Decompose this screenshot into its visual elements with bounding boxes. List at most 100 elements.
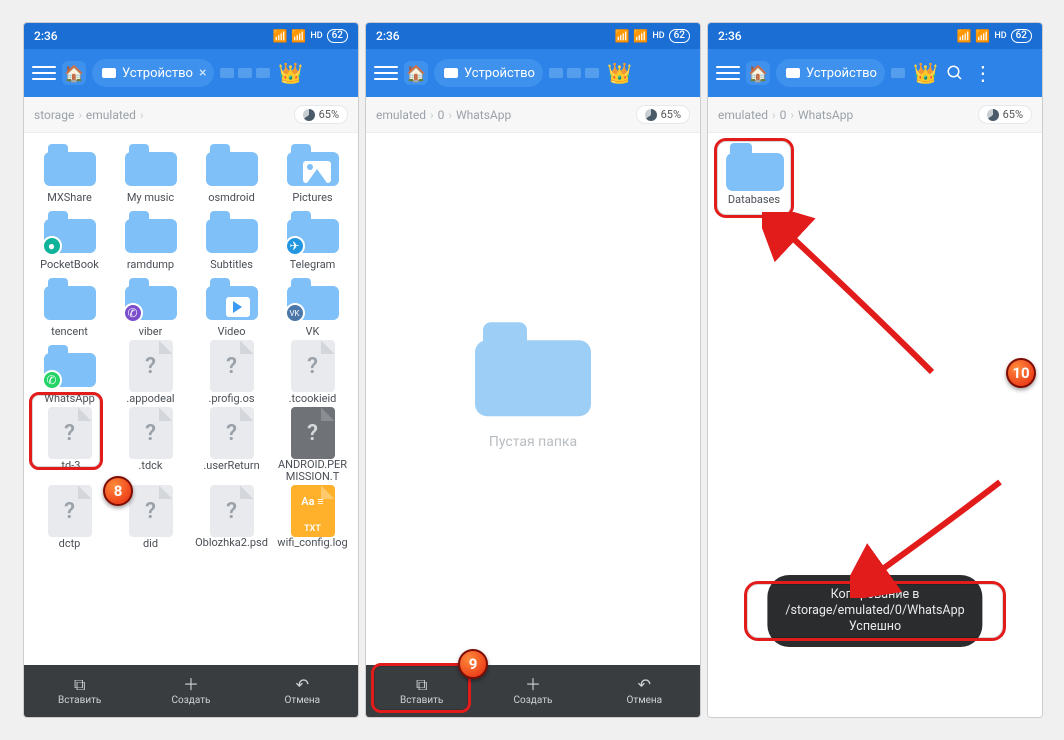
file-item[interactable]: Subtitles bbox=[192, 208, 271, 271]
folder-icon bbox=[44, 278, 96, 320]
item-label: .td-3 bbox=[59, 459, 81, 472]
file-item[interactable]: VKVK bbox=[273, 275, 352, 338]
paste-button[interactable]: ⧉Вставить bbox=[24, 665, 135, 717]
file-item[interactable]: ✆ WhatsApp bbox=[30, 342, 109, 405]
tab-thumbs[interactable] bbox=[549, 68, 599, 78]
crown-icon[interactable]: 👑 bbox=[913, 61, 938, 85]
breadcrumb: storage › emulated › 65% bbox=[24, 97, 358, 133]
storage-usage[interactable]: 65% bbox=[294, 105, 348, 124]
cancel-label: Отмена bbox=[285, 695, 321, 706]
chevron-right-icon: › bbox=[78, 108, 82, 122]
crumb-whatsapp[interactable]: WhatsApp bbox=[798, 108, 853, 122]
file-item[interactable]: ?.tdck bbox=[111, 409, 190, 483]
breadcrumb: emulated › 0 › WhatsApp 65% bbox=[708, 97, 1042, 133]
item-label: dctp bbox=[59, 537, 81, 550]
empty-state: Пустая папка bbox=[475, 322, 591, 450]
location-tab[interactable]: Устройство bbox=[776, 59, 885, 87]
file-item[interactable]: ✆viber bbox=[111, 275, 190, 338]
storage-pct: 65% bbox=[1003, 108, 1023, 121]
file-item[interactable]: ●PocketBook bbox=[30, 208, 109, 271]
file-item[interactable]: osmdroid bbox=[192, 141, 271, 204]
app-badge-icon: ✆ bbox=[42, 370, 62, 390]
storage-usage[interactable]: 65% bbox=[636, 105, 690, 124]
storage-usage[interactable]: 65% bbox=[978, 105, 1032, 124]
file-grid-area: Databases Копирование в /storage/emulate… bbox=[708, 133, 1042, 717]
crumb-whatsapp[interactable]: WhatsApp bbox=[456, 108, 511, 122]
play-overlay-icon bbox=[226, 297, 250, 317]
search-button[interactable] bbox=[944, 64, 966, 82]
unknown-file-icon: ? bbox=[291, 340, 335, 392]
file-item[interactable]: ramdump bbox=[111, 208, 190, 271]
status-bar: 2:36 📶 📶 HD 62 bbox=[366, 23, 700, 49]
menu-button[interactable] bbox=[374, 66, 398, 80]
file-item[interactable]: ?.userReturn bbox=[192, 409, 271, 483]
crumb-emulated[interactable]: emulated bbox=[718, 108, 768, 122]
more-button[interactable]: ⋮ bbox=[972, 61, 994, 85]
app-header: 🏠 Устройство 👑 bbox=[366, 49, 700, 97]
screen-1: 2:36 📶 📶 HD 62 🏠 Устройство × 👑 storage … bbox=[23, 22, 359, 718]
unknown-file-icon: ? bbox=[291, 407, 335, 459]
paste-label: Вставить bbox=[400, 695, 443, 706]
item-label: WhatsApp bbox=[44, 392, 95, 405]
item-label: osmdroid bbox=[208, 191, 255, 204]
storage-icon bbox=[444, 68, 458, 78]
crumb-storage[interactable]: storage bbox=[34, 108, 74, 122]
item-label: Oblozhka2.psd bbox=[195, 537, 268, 549]
tab-thumbs[interactable] bbox=[891, 68, 905, 78]
file-item[interactable]: Pictures bbox=[273, 141, 352, 204]
breadcrumb: emulated › 0 › WhatsApp 65% bbox=[366, 97, 700, 133]
location-tab[interactable]: Устройство bbox=[434, 59, 543, 87]
crumb-emulated[interactable]: emulated bbox=[376, 108, 426, 122]
file-item[interactable]: ✈Telegram bbox=[273, 208, 352, 271]
file-item[interactable]: ?ANDROID.PERMISSION.T bbox=[273, 409, 352, 483]
home-button[interactable]: 🏠 bbox=[404, 61, 428, 85]
crumb-emulated[interactable]: emulated bbox=[86, 108, 136, 122]
file-item[interactable]: TXTwifi_config.log bbox=[273, 487, 352, 550]
home-button[interactable]: 🏠 bbox=[62, 61, 86, 85]
crown-icon[interactable]: 👑 bbox=[607, 61, 632, 85]
item-label: ANDROID.PERMISSION.T bbox=[275, 459, 351, 483]
file-item[interactable]: ?.td-3 bbox=[30, 409, 109, 483]
bottom-bar: ⧉Вставить ＋Создать ↶Отмена bbox=[366, 665, 700, 717]
file-item[interactable]: My music bbox=[111, 141, 190, 204]
file-item[interactable]: tencent bbox=[30, 275, 109, 338]
create-button[interactable]: ＋Создать bbox=[477, 665, 588, 717]
cancel-button[interactable]: ↶ Отмена bbox=[247, 665, 358, 717]
file-item[interactable]: ?.profig.os bbox=[192, 342, 271, 405]
menu-button[interactable] bbox=[32, 66, 56, 80]
create-label: Создать bbox=[172, 695, 211, 706]
file-item[interactable]: ?.appodeal bbox=[111, 342, 190, 405]
crumb-0[interactable]: 0 bbox=[438, 108, 445, 122]
folder-label: Databases bbox=[728, 193, 780, 206]
item-label: PocketBook bbox=[40, 258, 99, 271]
file-item[interactable]: ?.tcookieid bbox=[273, 342, 352, 405]
cancel-button[interactable]: ↶Отмена bbox=[589, 665, 700, 717]
folder-icon bbox=[726, 143, 782, 191]
file-item[interactable]: ?Oblozhka2.psd bbox=[192, 487, 271, 550]
close-tab-icon[interactable]: × bbox=[199, 65, 206, 81]
undo-icon: ↶ bbox=[638, 677, 651, 693]
crown-icon[interactable]: 👑 bbox=[278, 61, 303, 85]
signal-icon: 📶 bbox=[291, 29, 306, 43]
location-tab[interactable]: Устройство × bbox=[92, 59, 214, 87]
home-button[interactable]: 🏠 bbox=[746, 61, 770, 85]
menu-button[interactable] bbox=[716, 66, 740, 80]
crumb-0[interactable]: 0 bbox=[780, 108, 787, 122]
status-bar: 2:36 📶 📶 HD 62 bbox=[24, 23, 358, 49]
undo-icon: ↶ bbox=[296, 677, 309, 693]
storage-pct: 65% bbox=[661, 108, 681, 121]
folder-databases[interactable]: Databases bbox=[716, 143, 792, 206]
file-item[interactable]: MXShare bbox=[30, 141, 109, 204]
clock: 2:36 bbox=[376, 29, 400, 43]
item-label: Video bbox=[218, 325, 246, 338]
pie-icon bbox=[987, 109, 999, 121]
create-button[interactable]: ＋Создать bbox=[135, 665, 246, 717]
file-item[interactable]: Video bbox=[192, 275, 271, 338]
tab-thumbs[interactable] bbox=[220, 68, 270, 78]
wifi-icon: 📶 bbox=[272, 29, 287, 43]
file-item[interactable]: ?dctp bbox=[30, 487, 109, 550]
app-header: 🏠 Устройство × 👑 bbox=[24, 49, 358, 97]
unknown-file-icon: ? bbox=[210, 485, 254, 537]
item-label: .userReturn bbox=[203, 459, 259, 472]
tab-label: Устройство bbox=[122, 66, 193, 81]
